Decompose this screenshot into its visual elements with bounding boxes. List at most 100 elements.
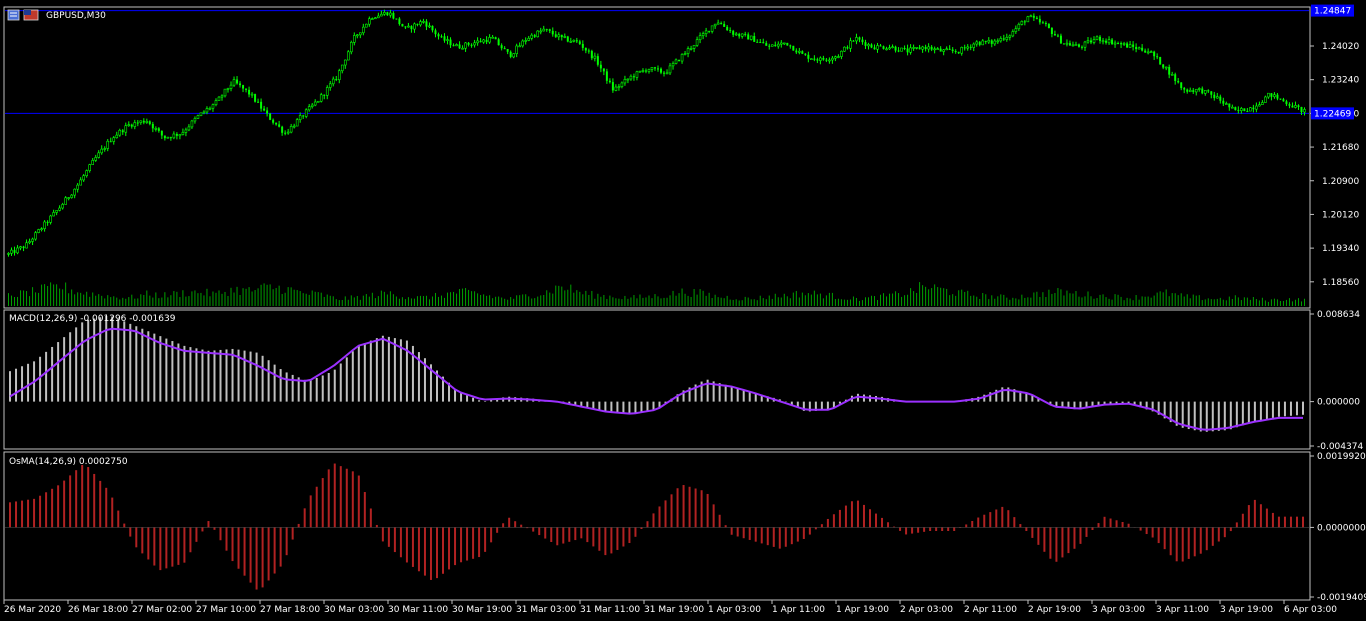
candle-body-bull [620, 82, 624, 87]
candle-body-bear [560, 34, 563, 38]
price-tick-label: 1.24020 [1322, 42, 1359, 52]
candle-body-bull [328, 83, 332, 88]
candle-body-bull [353, 35, 356, 43]
candle-body-bear [759, 42, 762, 44]
candle-body-bear [1162, 64, 1165, 68]
candle-body-bull [91, 160, 94, 165]
candle-body-bear [1038, 18, 1041, 23]
candle-body-bull [476, 40, 479, 44]
candle-body-bear [1246, 111, 1249, 113]
candle-body-bear [1243, 108, 1246, 112]
candle-body-bull [945, 48, 948, 51]
candle-body-bull [1071, 44, 1075, 47]
candle-body-bull [1267, 92, 1270, 98]
candle-body-bull [891, 46, 894, 49]
candle-body-bull [10, 249, 13, 254]
candle-body-bull [831, 57, 834, 61]
candle-body-bull [1122, 43, 1126, 45]
candle-body-bear [452, 45, 455, 47]
candle-body-bear [1180, 82, 1183, 89]
candle-body-bull [139, 120, 143, 123]
candle-body-bull [94, 157, 98, 161]
candle-body-bull [900, 47, 903, 52]
time-label: 1 Apr 11:00 [772, 605, 825, 615]
candle-body-bear [726, 26, 729, 31]
candle-body-bull [810, 58, 813, 60]
candle-body-bull [337, 70, 341, 81]
time-label: 3 Apr 11:00 [1156, 605, 1209, 615]
candle-body-bull [539, 30, 543, 33]
candle-body-bull [819, 57, 822, 61]
candle-body-bear [1252, 107, 1255, 110]
candle-body-bear [1219, 96, 1222, 101]
candle-body-bull [226, 88, 230, 90]
candle-body-bear [434, 30, 437, 35]
candle-body-bull [124, 125, 128, 133]
candle-body-bull [638, 70, 642, 73]
candle-body-bear [551, 30, 554, 35]
price-tick-label: 1.20120 [1322, 210, 1359, 220]
candle-body-bear [678, 59, 681, 62]
candle-body-bear [984, 40, 987, 43]
candle-body-bull [346, 51, 350, 61]
candle-body-bull [371, 18, 374, 20]
candle-body-bull [674, 59, 678, 64]
candle-body-bear [657, 68, 660, 70]
candle-body-bull [127, 124, 131, 126]
candle-body-bear [963, 47, 966, 49]
candle-body-bull [885, 48, 888, 51]
time-label: 27 Mar 10:00 [196, 605, 256, 615]
candle-body-bull [211, 104, 215, 109]
candle-body-bear [1062, 43, 1065, 45]
candle-body-bear [236, 79, 239, 84]
macd-tick-label: 0.008634 [1317, 310, 1360, 320]
candle-body-bear [1059, 35, 1062, 44]
candle-body-bear [242, 85, 245, 89]
candle-body-bull [626, 78, 630, 81]
candle-body-bull [593, 55, 597, 59]
candle-body-bear [948, 48, 951, 50]
candle-body-bull [749, 35, 753, 40]
candle-body-bull [25, 242, 28, 249]
candle-body-bear [1228, 103, 1231, 108]
candle-body-bear [302, 115, 305, 117]
candle-body-bull [1083, 41, 1087, 48]
candle-body-bull [981, 40, 985, 46]
candle-body-bear [545, 29, 548, 31]
price-tick-label: 1.18560 [1322, 278, 1359, 288]
trading-chart[interactable]: 1.240201.232401.224601.216801.209001.201… [0, 0, 1366, 621]
candle-body-bear [584, 47, 587, 51]
candle-body-bear [918, 47, 921, 50]
candle-body-bear [894, 46, 897, 51]
time-label: 27 Mar 18:00 [260, 605, 320, 615]
candle-body-bull [362, 26, 365, 34]
candle-body-bear [906, 48, 909, 53]
candle-body-bull [1249, 107, 1252, 112]
candle-body-bull [85, 170, 88, 177]
candle-body-bear [260, 101, 263, 109]
candle-body-bear [1159, 57, 1162, 65]
candle-body-bull [154, 128, 158, 130]
candle-body-bear [157, 128, 160, 131]
candle-body-bull [292, 125, 296, 128]
candle-body-bull [1215, 96, 1219, 99]
candle-body-bear [575, 40, 578, 42]
candle-body-bear [245, 88, 248, 90]
candle-body-bull [695, 39, 699, 46]
time-label: 30 Mar 03:00 [324, 605, 384, 615]
candle-body-bear [939, 48, 942, 52]
candle-body-bull [1255, 105, 1258, 110]
candle-body-bear [272, 119, 275, 123]
candle-body-bear [175, 134, 178, 136]
candle-body-bear [1023, 21, 1026, 23]
candle-body-bear [846, 47, 849, 49]
price-tick-label: 1.19340 [1322, 244, 1359, 254]
candle-body-bear [596, 56, 599, 65]
candle-body-bear [269, 113, 272, 120]
candle-body-bull [1011, 31, 1015, 37]
candle-body-bear [744, 33, 747, 35]
time-label: 31 Mar 19:00 [644, 605, 704, 615]
candle-body-bear [1080, 46, 1083, 48]
candle-body-bear [449, 39, 452, 46]
candle-body-bull [359, 32, 362, 36]
